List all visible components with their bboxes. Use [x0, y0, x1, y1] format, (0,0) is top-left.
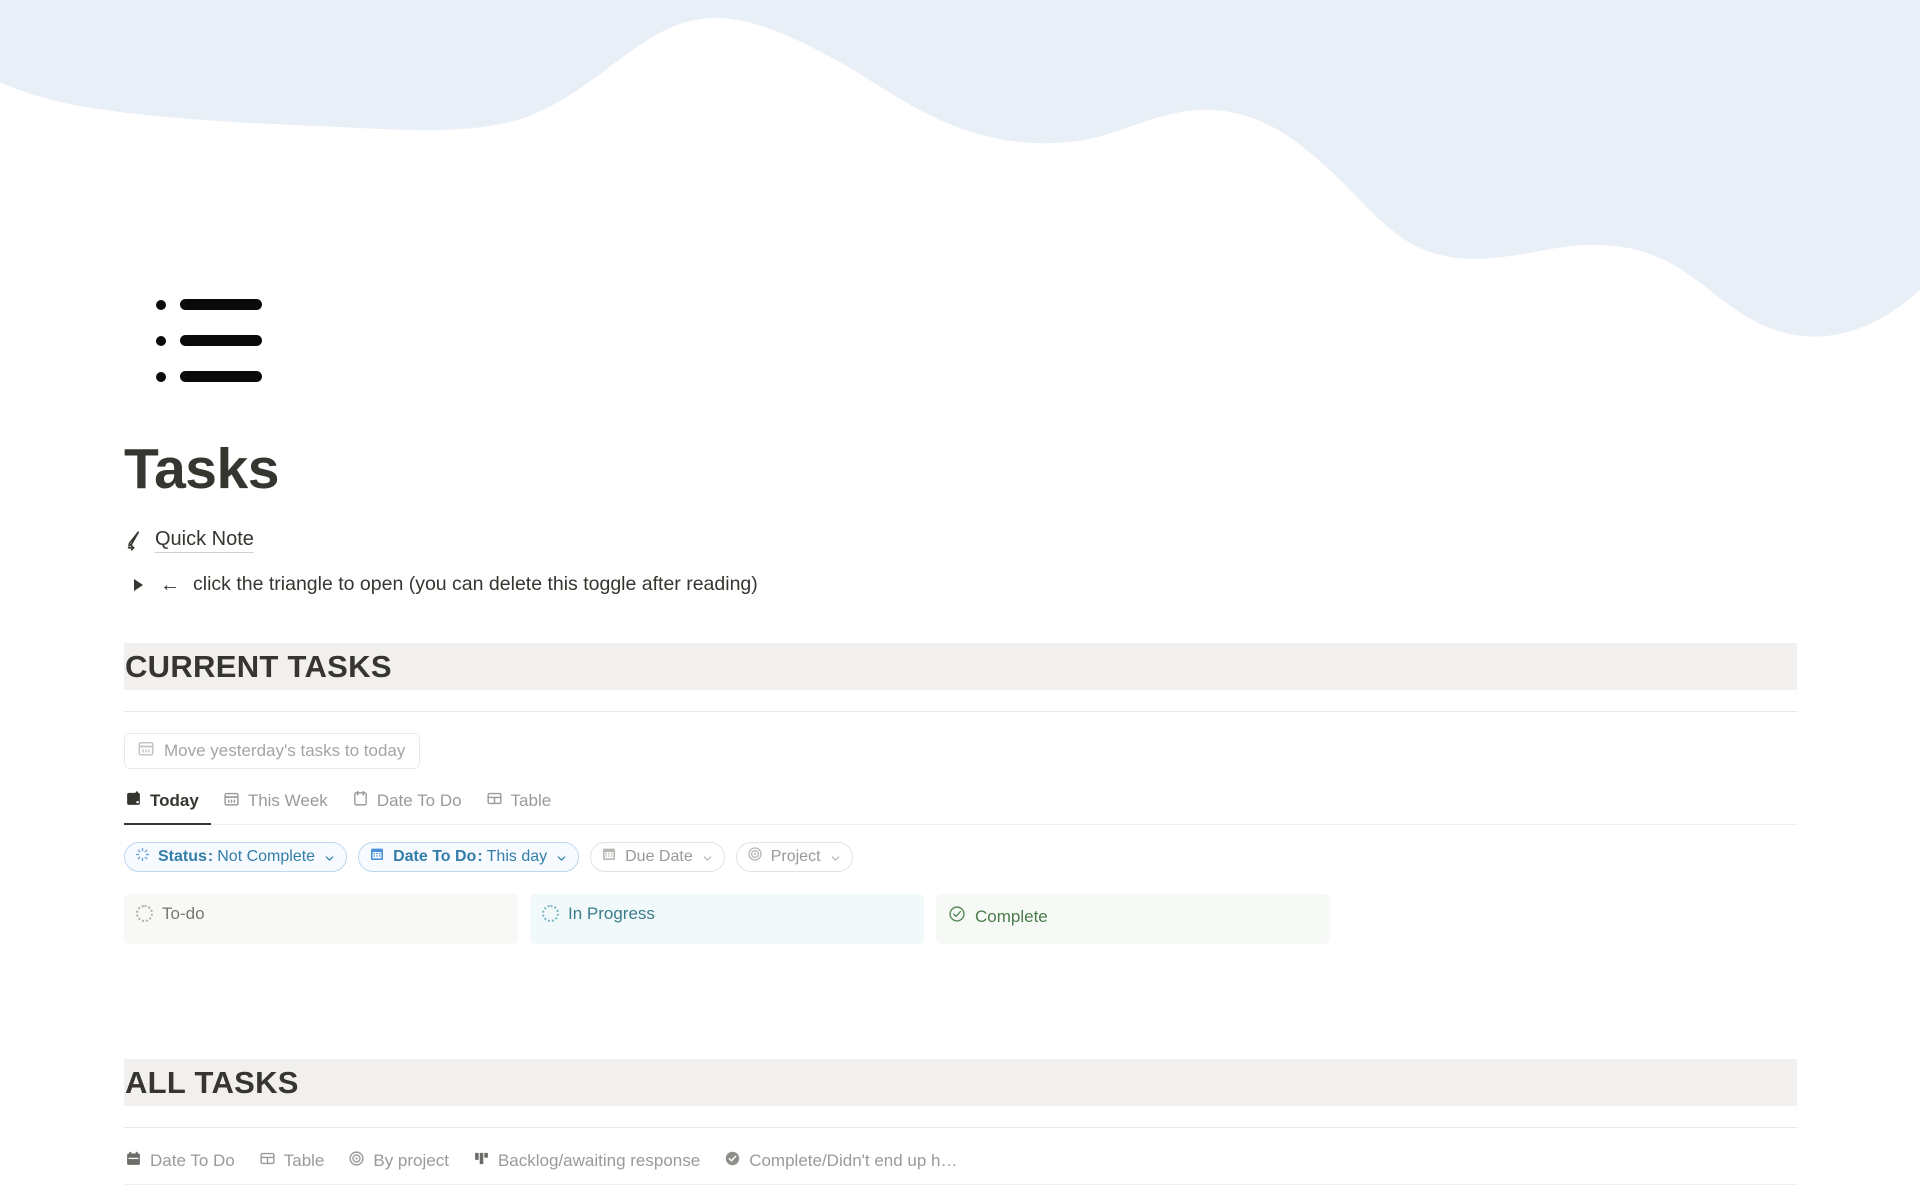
calendar-week-icon: [223, 790, 240, 812]
all-tab-table-label: Table: [283, 1151, 325, 1171]
target-icon: [747, 846, 763, 867]
toggle-triangle-icon[interactable]: [134, 578, 143, 591]
tab-today[interactable]: Today: [124, 787, 211, 825]
arrow-left-icon: ←: [160, 573, 180, 596]
current-tasks-heading-band: CURRENT TASKS: [124, 642, 1797, 690]
kanban-column-in-progress-label: In Progress: [568, 903, 655, 923]
quick-note-row: Quick Note: [124, 527, 1920, 553]
filter-pill-due-date-key: Due Date: [625, 847, 693, 865]
all-tasks-view-tabs: Date To Do Table By project Backlog/awai…: [124, 1147, 1797, 1185]
tab-this-week[interactable]: This Week: [211, 787, 340, 824]
move-yesterdays-tasks-label: Move yesterday's tasks to today: [164, 740, 406, 760]
tab-table[interactable]: Table: [474, 787, 564, 824]
all-tab-backlog[interactable]: Backlog/awaiting response: [461, 1147, 712, 1184]
filter-pill-date-to-do-key: Date To Do: [393, 847, 477, 865]
check-filled-icon: [724, 1150, 741, 1172]
colon: :: [477, 847, 483, 865]
table-icon: [259, 1150, 276, 1172]
filter-pill-status-key: Status: [158, 847, 207, 865]
chevron-down-icon: [324, 851, 335, 862]
dashed-circle-icon: [542, 904, 559, 922]
calendar-grid-icon: [601, 846, 617, 867]
current-tasks-heading: CURRENT TASKS: [125, 648, 392, 684]
tab-date-to-do[interactable]: Date To Do: [340, 787, 474, 824]
filter-pill-row: Status : Not Complete Date To Do: This …: [124, 841, 1920, 872]
filter-pill-date-to-do[interactable]: Date To Do : This day: [358, 841, 580, 872]
chevron-down-icon: [556, 851, 567, 862]
all-tab-complete[interactable]: Complete/Didn't end up h…: [712, 1147, 969, 1184]
current-tasks-view-tabs: Today This Week Date To Do Table: [124, 787, 1797, 825]
notion-page: Tasks Quick Note ← click the triangle to…: [0, 0, 1920, 1199]
toggle-text: click the triangle to open (you can dele…: [193, 573, 758, 596]
tab-this-week-label: This Week: [247, 791, 328, 811]
kanban-column-in-progress[interactable]: In Progress: [530, 893, 924, 944]
divider: [124, 710, 1797, 712]
all-tab-date-to-do-label: Date To Do: [150, 1151, 235, 1171]
all-tab-table[interactable]: Table: [247, 1147, 337, 1184]
kanban-column-to-do[interactable]: To-do: [124, 893, 518, 944]
table-icon: [486, 790, 503, 812]
page-content: Tasks Quick Note ← click the triangle to…: [0, 0, 1920, 1185]
kanban-board: To-do In Progress Complete: [124, 893, 1920, 944]
bulleted-list-icon: [124, 290, 262, 390]
all-tasks-heading: ALL TASKS: [125, 1064, 299, 1100]
filter-pill-due-date[interactable]: Due Date: [590, 841, 725, 872]
all-tab-by-project[interactable]: By project: [336, 1147, 461, 1184]
colon: :: [207, 847, 214, 865]
move-yesterdays-tasks-button[interactable]: Move yesterday's tasks to today: [124, 732, 421, 769]
tab-table-label: Table: [510, 791, 552, 811]
chevron-down-icon: [702, 851, 713, 862]
tab-today-label: Today: [150, 791, 199, 811]
page-title: Tasks: [124, 437, 279, 501]
tab-date-to-do-label: Date To Do: [376, 791, 462, 811]
chevron-down-icon: [830, 851, 841, 862]
calendar-icon: [352, 790, 369, 812]
filter-pill-project[interactable]: Project: [735, 841, 853, 872]
loading-spinner-icon: [135, 847, 150, 867]
all-tab-complete-label: Complete/Didn't end up h…: [749, 1151, 958, 1171]
target-icon: [348, 1150, 365, 1172]
dashed-circle-icon: [136, 904, 153, 922]
calendar-grid-icon: [369, 846, 385, 867]
filter-pill-status[interactable]: Status : Not Complete: [124, 841, 348, 872]
toggle-block: ← click the triangle to open (you can de…: [124, 571, 1920, 599]
calendar-icon: [125, 1150, 142, 1172]
divider: [124, 1126, 1797, 1128]
kanban-column-complete-label: Complete: [975, 906, 1048, 926]
all-tab-date-to-do[interactable]: Date To Do: [124, 1147, 247, 1184]
filter-pill-date-to-do-value: This day: [486, 847, 548, 865]
calendar-icon: [137, 739, 155, 762]
all-tab-backlog-label: Backlog/awaiting response: [497, 1151, 701, 1171]
calendar-day-icon: [125, 790, 142, 812]
filter-pill-status-value: Not Complete: [217, 847, 316, 865]
all-tab-by-project-label: By project: [373, 1151, 449, 1171]
check-circle-icon: [948, 905, 966, 928]
board-icon: [473, 1150, 490, 1172]
filter-pill-project-key: Project: [770, 847, 821, 865]
kanban-column-complete[interactable]: Complete: [936, 893, 1330, 944]
kanban-column-to-do-label: To-do: [162, 903, 205, 923]
all-tasks-heading-band: ALL TASKS: [124, 1058, 1797, 1106]
quick-note-link[interactable]: Quick Note: [155, 527, 254, 553]
pen-write-icon: [124, 529, 146, 551]
